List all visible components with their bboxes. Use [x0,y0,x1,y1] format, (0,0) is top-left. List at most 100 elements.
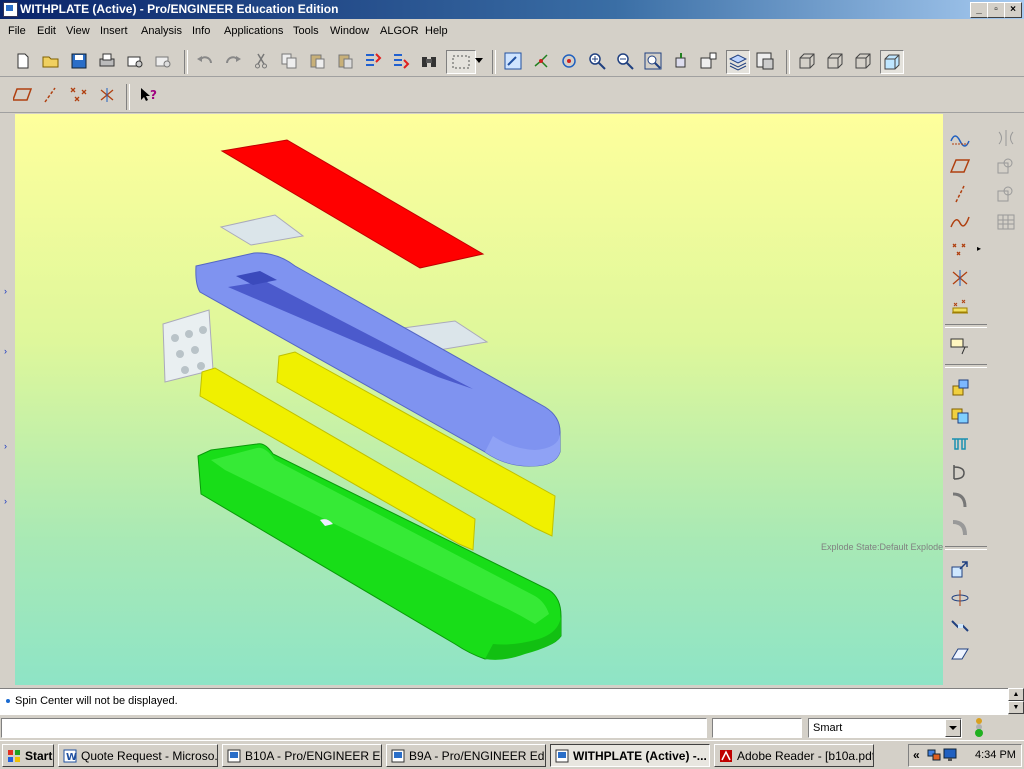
flyout-arrow-icon[interactable]: ▸ [977,244,981,253]
app-icon[interactable] [3,2,18,17]
hole-icon[interactable] [947,558,973,582]
wireframe-icon[interactable] [796,50,818,72]
selection-box-icon[interactable] [446,50,476,74]
minimize-button[interactable]: _ [970,2,988,18]
exploded-assembly-view: Explode State:Default Explode [162,139,943,660]
sketch-datum-icon[interactable] [947,126,973,150]
repaint-icon[interactable] [502,50,524,72]
create-component-icon[interactable] [947,404,973,428]
mirror-icon[interactable] [993,126,1019,150]
network-icon[interactable] [927,748,941,762]
undo-icon[interactable] [194,50,216,72]
status-field-2 [712,718,802,738]
csys-display-icon[interactable] [96,84,118,106]
view-manager-icon[interactable] [754,50,776,72]
message-scrollbar[interactable]: ▲ ▼ [1008,688,1024,714]
chevron-down-icon[interactable] [945,719,961,737]
menu-help[interactable]: Help [425,25,448,37]
send-mail-icon[interactable] [124,50,146,72]
graphics-window[interactable]: Explode State:Default Explode [15,114,943,685]
send-link-icon[interactable] [152,50,174,72]
print-icon[interactable] [96,50,118,72]
annotation-icon[interactable] [947,334,973,358]
no-hidden-icon[interactable] [852,50,874,72]
draft-icon[interactable] [947,642,973,666]
hidden-line-icon[interactable] [824,50,846,72]
find-binoculars-icon[interactable] [418,50,440,72]
shading-icon[interactable] [880,50,904,74]
refit-icon[interactable] [642,50,664,72]
datum-point-display-icon[interactable] [68,84,90,106]
blend-icon[interactable] [947,516,973,540]
saved-views-icon[interactable] [698,50,720,72]
datum-axis-display-icon[interactable] [40,84,62,106]
expand-arrow-icon[interactable]: › [4,286,7,296]
task-b9a[interactable]: B9A - Pro/ENGINEER Edu... [386,744,546,767]
regenerate-icon[interactable] [362,50,384,72]
menu-tools[interactable]: Tools [293,25,319,37]
datum-plane-icon[interactable] [947,154,973,178]
trim-icon[interactable] [993,182,1019,206]
monitor-icon[interactable] [943,748,957,762]
reorient-icon[interactable] [670,50,692,72]
paste-special-icon[interactable] [334,50,356,72]
datum-point-icon[interactable] [947,238,973,262]
chevron-down-icon[interactable] [474,50,484,72]
cut-icon[interactable] [250,50,272,72]
menu-window[interactable]: Window [330,25,369,37]
revolve-icon[interactable] [947,460,973,484]
menu-file[interactable]: File [8,25,26,37]
datum-plane-display-icon[interactable] [12,84,34,106]
menu-edit[interactable]: Edit [37,25,56,37]
regen-manager-icon[interactable] [390,50,412,72]
expand-arrow-icon[interactable]: › [4,496,7,506]
menu-analysis[interactable]: Analysis [141,25,182,37]
assemble-component-icon[interactable] [947,376,973,400]
menu-insert[interactable]: Insert [100,25,128,37]
close-button[interactable]: × [1004,2,1022,18]
info-bullet-icon [6,699,10,703]
svg-text:?: ? [150,88,157,102]
expand-arrow-icon[interactable]: › [4,441,7,451]
maximize-button[interactable]: ▫ [987,2,1005,18]
datum-curve-icon[interactable] [947,210,973,234]
scroll-up-icon[interactable]: ▲ [1008,688,1024,701]
selection-filter-value: Smart [813,722,843,734]
menu-info[interactable]: Info [192,25,210,37]
extrude-icon[interactable] [947,432,973,456]
redo-icon[interactable] [222,50,244,72]
orient-mode-icon[interactable] [558,50,580,72]
copy-icon[interactable] [278,50,300,72]
task-withplate[interactable]: WITHPLATE (Active) -... [550,744,710,767]
pattern-icon[interactable] [993,210,1019,234]
tray-expand-chevron[interactable]: « [913,748,920,762]
zoom-in-icon[interactable] [586,50,608,72]
menu-algor[interactable]: ALGOR [380,25,419,37]
sweep-icon[interactable] [947,488,973,512]
task-quote-request[interactable]: W Quote Request - Microso... [58,744,218,767]
menu-applications[interactable]: Applications [224,25,283,37]
analysis-feature-icon[interactable] [947,294,973,318]
menu-view[interactable]: View [66,25,90,37]
left-splitter[interactable]: › › › › [0,114,16,685]
context-help-icon[interactable]: ? [138,84,160,106]
spin-center-icon[interactable] [530,50,552,72]
task-adobe-reader[interactable]: Adobe Reader - [b10a.pdf] [714,744,874,767]
merge-icon[interactable] [993,154,1019,178]
start-button[interactable]: Start [2,744,54,767]
expand-arrow-icon[interactable]: › [4,346,7,356]
open-folder-icon[interactable] [40,50,62,72]
selection-filter-select[interactable]: Smart [808,718,962,738]
feature-toolbar: ▸ [943,114,989,678]
coordinate-system-icon[interactable] [947,266,973,290]
paste-icon[interactable] [306,50,328,72]
zoom-out-icon[interactable] [614,50,636,72]
layers-icon[interactable] [726,50,750,74]
scroll-down-icon[interactable]: ▼ [1008,701,1024,714]
shell-icon[interactable] [947,586,973,610]
datum-axis-icon[interactable] [947,182,973,206]
new-file-icon[interactable] [12,50,34,72]
rib-icon[interactable] [947,614,973,638]
task-b10a[interactable]: B10A - Pro/ENGINEER Ed... [222,744,382,767]
save-icon[interactable] [68,50,90,72]
